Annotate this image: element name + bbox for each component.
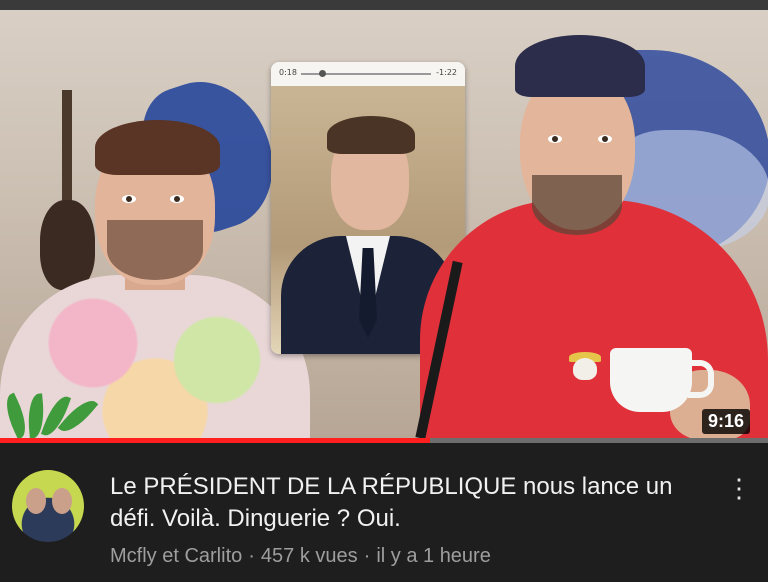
eye (598, 135, 612, 143)
video-details: Le PRÉSIDENT DE LA RÉPUBLIQUE nous lance… (0, 443, 768, 582)
skull (573, 358, 597, 380)
inset-progress-knob (319, 70, 326, 77)
cup (610, 348, 692, 412)
duration-badge: 9:16 (701, 409, 750, 434)
video-meta: Mcfly et Carlito · 457 k vues · il y a 1 heu… (110, 543, 491, 569)
eye (548, 135, 562, 143)
channel-name[interactable]: Mcfly et Carlito (110, 545, 242, 567)
view-count: 457 k vues (260, 545, 358, 567)
plant (0, 390, 110, 438)
cup-handle (688, 360, 714, 398)
inset-time-elapsed: 0:18 (279, 68, 297, 77)
avatar-face (26, 488, 46, 514)
meta-separator: · (363, 545, 371, 567)
skull-logo (565, 350, 605, 390)
avatar-face (52, 488, 72, 514)
top-strip (0, 0, 768, 10)
beard (107, 220, 203, 280)
meta-separator: · (248, 545, 255, 567)
cap (515, 35, 645, 97)
hair (327, 116, 415, 154)
channel-avatar[interactable] (12, 470, 84, 542)
leaf (0, 392, 33, 438)
video-title[interactable]: Le PRÉSIDENT DE LA RÉPUBLIQUE nous lance… (110, 471, 710, 535)
eye (122, 195, 136, 203)
eye (170, 195, 184, 203)
more-options-icon[interactable]: ⋮ (724, 473, 754, 503)
person-right (415, 30, 768, 438)
upload-age: il y a 1 heure (376, 545, 491, 567)
person-left (0, 100, 310, 438)
beard (532, 175, 622, 235)
leaf (40, 392, 72, 438)
video-thumbnail[interactable]: 0:18 -1:22 9:16 (0, 10, 768, 438)
hair (95, 120, 220, 175)
video-card[interactable]: 0:18 -1:22 9:16 Le PRÉSIDENT DE LA RÉPUB… (0, 0, 768, 582)
